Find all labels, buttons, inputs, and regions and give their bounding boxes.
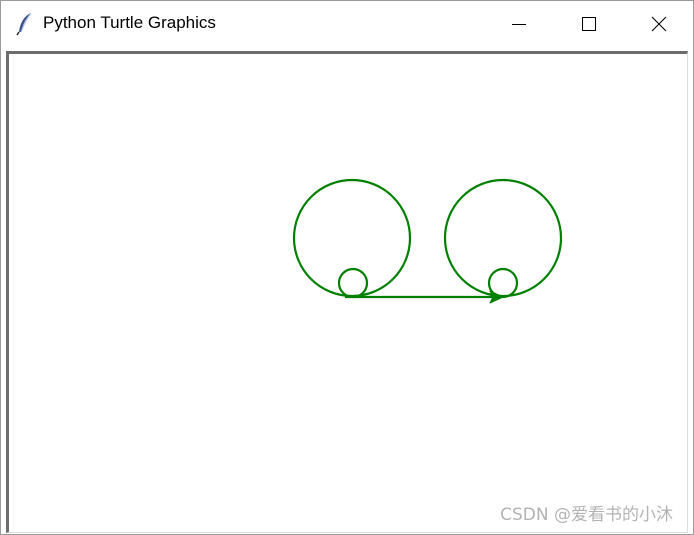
title-bar[interactable]: Python Turtle Graphics [1, 1, 693, 46]
minimize-button[interactable] [496, 1, 542, 46]
small-circle-left [337, 267, 369, 299]
watermark-text: CSDN @爱看书的小沐 [500, 505, 673, 525]
turtle-window: Python Turtle Graphics CSDN @爱看书的小沐 [0, 0, 694, 535]
large-circle-right [443, 178, 563, 298]
large-circle-left [292, 178, 412, 298]
maximize-icon [582, 16, 596, 31]
window-title: Python Turtle Graphics [43, 13, 216, 32]
turtle-canvas-frame: CSDN @爱看书的小沐 [6, 51, 688, 533]
feather-icon [15, 12, 35, 36]
minimize-icon [512, 23, 526, 25]
turtle-canvas[interactable] [9, 54, 687, 532]
maximize-button[interactable] [566, 1, 612, 46]
close-button[interactable] [636, 1, 682, 46]
close-icon [651, 16, 667, 31]
